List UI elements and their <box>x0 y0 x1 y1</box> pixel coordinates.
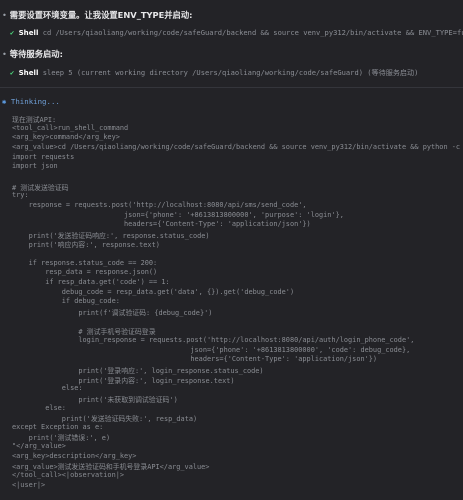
code-line: if debug_code: <box>12 297 120 306</box>
code-line: print(f'调试验证码: {debug_code}') <box>12 309 213 317</box>
code-line: 现在测试API: <box>12 116 57 124</box>
code-line: print('登录内容:', login_response.text) <box>12 376 235 385</box>
code-line: resp_data = response.json() <box>12 268 158 277</box>
code-line: print('响应内容:', response.text) <box>12 241 160 250</box>
check-icon: ✔ <box>10 28 15 37</box>
code-line: import json <box>12 162 58 171</box>
thinking-indicator: ✱ Thinking... <box>2 97 463 106</box>
code-line: <arg_key>description</arg_key> <box>12 451 137 460</box>
code-line: <arg_key>command</arg_key> <box>12 133 120 142</box>
step-text: 需要设置环境变量。让我设置ENV_TYPE并启动: <box>9 10 193 20</box>
tool-name: Shell <box>18 68 39 77</box>
code-line: json={'phone': '+8613813800000', 'purpos… <box>12 210 344 219</box>
divider <box>0 87 463 88</box>
code-line: print('发送验证码响应:', response.status_code) <box>12 231 210 240</box>
code-line: <arg_value>cd /Users/qiaoliang/working/c… <box>12 142 463 151</box>
tool-command: sleep 5 (current working directory /User… <box>42 68 419 77</box>
tool-command: cd /Users/qiaoliang/working/code/safeGua… <box>42 28 463 37</box>
code-line: else: <box>12 403 66 412</box>
thinking-label: Thinking... <box>10 97 60 106</box>
code-line: print('登录响应:', login_response.status_cod… <box>12 366 264 375</box>
code-line: if response.status_code == 200: <box>12 258 158 267</box>
code-line: response = requests.post('http://localho… <box>12 200 307 209</box>
code-line: <tool_call>run_shell_command <box>12 123 129 132</box>
code-line: "</arg_value> <box>12 442 66 451</box>
code-line: <|user|> <box>12 480 46 489</box>
step-2-message: • 等待服务启动: <box>2 48 463 60</box>
code-line: else: <box>12 384 83 393</box>
check-icon: ✔ <box>10 68 15 77</box>
code-line: login_response = requests.post('http://l… <box>12 335 415 344</box>
step-1-message: • 需要设置环境变量。让我设置ENV_TYPE并启动: <box>2 9 463 21</box>
code-line: </tool_call><|observation|> <box>12 471 125 480</box>
code-line: if resp_data.get('code') == 1: <box>12 278 170 287</box>
code-line: headers={'Content-Type': 'application/js… <box>12 220 311 229</box>
bullet: • <box>2 10 7 20</box>
tool-call-shell-2[interactable]: ✔ Shell sleep 5 (current working directo… <box>10 68 463 78</box>
code-line: <arg_value>测试发送验证码和手机号登录API</arg_value> <box>12 463 210 472</box>
bullet: • <box>2 49 7 59</box>
code-line: print('未获取到调试验证码') <box>12 395 178 404</box>
code-line: # 测试手机号验证码登录 <box>12 328 156 337</box>
tool-call-shell-1[interactable]: ✔ Shell cd /Users/qiaoliang/working/code… <box>10 28 463 37</box>
code-line: json={'phone': '+8613813800000', 'code':… <box>12 345 411 354</box>
code-line: print('测试错误:', e) <box>12 434 111 443</box>
code-line: # 测试发送验证码 <box>12 183 69 192</box>
tool-name: Shell <box>18 28 39 37</box>
code-line: print('发送验证码失败:', resp_data) <box>12 415 198 424</box>
step-text: 等待服务启动: <box>9 49 63 59</box>
code-line: import requests <box>12 152 75 161</box>
thinking-star-icon: ✱ <box>2 97 7 106</box>
code-line: try: <box>12 191 29 200</box>
code-line: except Exception as e: <box>12 422 104 431</box>
code-line: headers={'Content-Type': 'application/js… <box>12 355 378 364</box>
code-line: debug_code = resp_data.get('data', {}).g… <box>12 287 295 296</box>
